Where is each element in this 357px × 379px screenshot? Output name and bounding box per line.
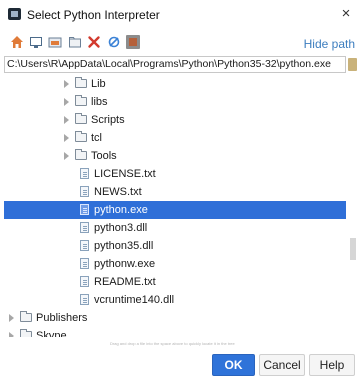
expand-arrow-icon[interactable] bbox=[64, 80, 69, 88]
folder-icon bbox=[75, 95, 87, 106]
tree-item-label: Tools bbox=[91, 150, 117, 162]
file-icon bbox=[80, 240, 89, 251]
show-hidden-icon[interactable] bbox=[126, 35, 140, 49]
scrollbar-thumb[interactable] bbox=[350, 238, 356, 260]
tree-item-label: Scripts bbox=[91, 114, 125, 126]
folder-icon bbox=[75, 131, 87, 142]
tree-folder-row[interactable]: tcl bbox=[4, 129, 346, 147]
folder-icon bbox=[75, 77, 87, 88]
tree-item-label: vcruntime140.dll bbox=[94, 294, 175, 306]
browse-path-icon[interactable] bbox=[348, 58, 357, 71]
hide-path-link[interactable]: Hide path bbox=[304, 37, 355, 51]
expand-arrow-icon[interactable] bbox=[64, 134, 69, 142]
tree-item-label: python.exe bbox=[94, 204, 148, 216]
tree-item-label: Lib bbox=[91, 78, 106, 90]
project-icon[interactable] bbox=[48, 35, 62, 49]
expand-arrow-icon[interactable] bbox=[9, 332, 14, 337]
tree-file-row[interactable]: README.txt bbox=[4, 273, 346, 291]
tree-file-row[interactable]: python3.dll bbox=[4, 219, 346, 237]
tree-file-row[interactable]: python35.dll bbox=[4, 237, 346, 255]
title-bar: Select Python Interpreter × bbox=[0, 0, 357, 30]
tree-item-label: tcl bbox=[91, 132, 102, 144]
file-icon bbox=[80, 168, 89, 179]
tree-file-row[interactable]: pythonw.exe bbox=[4, 255, 346, 273]
file-icon bbox=[80, 204, 89, 215]
tree-item-label: LICENSE.txt bbox=[94, 168, 156, 180]
tree-item-label: Publishers bbox=[36, 312, 88, 324]
expand-arrow-icon[interactable] bbox=[64, 116, 69, 124]
cancel-button[interactable]: Cancel bbox=[259, 354, 305, 376]
folder-icon bbox=[20, 311, 32, 322]
tree-folder-row[interactable]: Tools bbox=[4, 147, 346, 165]
drag-drop-hint: Drag and drop a file into the space abov… bbox=[110, 341, 235, 346]
path-input[interactable]: C:\Users\R\AppData\Local\Programs\Python… bbox=[4, 56, 346, 73]
window-title: Select Python Interpreter bbox=[27, 8, 160, 22]
tree-item-label: python35.dll bbox=[94, 240, 154, 252]
toolbar: Hide path bbox=[0, 30, 357, 56]
app-icon bbox=[8, 8, 21, 20]
tree-item-label: python3.dll bbox=[94, 222, 148, 234]
tree-item-label: Skype bbox=[36, 330, 67, 337]
help-button[interactable]: Help bbox=[309, 354, 355, 376]
folder-icon bbox=[20, 329, 32, 337]
file-icon bbox=[80, 222, 89, 233]
tree-item-label: NEWS.txt bbox=[94, 186, 142, 198]
file-icon bbox=[80, 186, 89, 197]
folder-icon bbox=[75, 113, 87, 124]
tree-folder-row[interactable]: Skype bbox=[4, 327, 346, 337]
tree-file-row[interactable]: python.exe bbox=[4, 201, 346, 219]
refresh-icon[interactable] bbox=[107, 35, 121, 49]
tree-item-label: pythonw.exe bbox=[94, 258, 156, 270]
tree-file-row[interactable]: LICENSE.txt bbox=[4, 165, 346, 183]
tree-file-row[interactable]: NEWS.txt bbox=[4, 183, 346, 201]
tree-item-label: libs bbox=[91, 96, 108, 108]
file-tree[interactable]: Lib libs Scripts tcl Tools LICENSE.txt NEWS.tx… bbox=[4, 75, 346, 337]
file-icon bbox=[80, 258, 89, 269]
ok-button[interactable]: OK bbox=[212, 354, 255, 376]
expand-arrow-icon[interactable] bbox=[9, 314, 14, 322]
tree-folder-row[interactable]: Scripts bbox=[4, 111, 346, 129]
expand-arrow-icon[interactable] bbox=[64, 98, 69, 106]
folder-icon bbox=[75, 149, 87, 160]
close-button[interactable]: × bbox=[338, 5, 354, 23]
tree-folder-row[interactable]: libs bbox=[4, 93, 346, 111]
new-folder-icon[interactable] bbox=[68, 35, 82, 49]
expand-arrow-icon[interactable] bbox=[64, 152, 69, 160]
tree-file-row[interactable]: vcruntime140.dll bbox=[4, 291, 346, 309]
desktop-icon[interactable] bbox=[29, 35, 43, 49]
file-icon bbox=[80, 276, 89, 287]
tree-folder-row[interactable]: Publishers bbox=[4, 309, 346, 327]
delete-icon[interactable] bbox=[87, 35, 101, 49]
tree-folder-row[interactable]: Lib bbox=[4, 75, 346, 93]
file-icon bbox=[80, 294, 89, 305]
home-icon[interactable] bbox=[10, 35, 24, 49]
tree-item-label: README.txt bbox=[94, 276, 156, 288]
